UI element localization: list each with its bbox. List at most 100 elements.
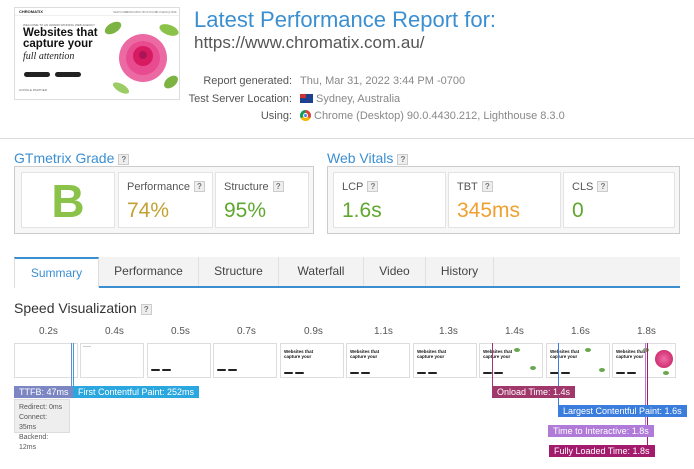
onload-marker-line	[492, 343, 493, 390]
thumb-certification: GOOGLE PARTNER	[19, 88, 47, 92]
filmstrip-frame[interactable]	[80, 343, 144, 378]
vitals-box: LCP? 1.6s TBT? 345ms CLS? 0	[327, 166, 680, 234]
australia-flag-icon	[300, 94, 313, 103]
filmstrip-frame[interactable]: Websites that capture your	[346, 343, 410, 378]
timeline-tick: 0.4s	[105, 326, 124, 337]
meta-label-generated: Report generated:	[203, 75, 292, 87]
lcp-label: LCP?	[342, 181, 379, 193]
performance-card: Performance? 74%	[118, 172, 213, 228]
meta-location: Sydney, Australia	[300, 93, 400, 105]
thumb-nav-item: ENQUIRE	[163, 10, 177, 14]
speed-visualization-heading: Speed Visualization?	[14, 300, 152, 316]
grade-box: B Performance? 74% Structure? 95%	[14, 166, 314, 234]
tbt-label: TBT?	[457, 181, 493, 193]
help-icon[interactable]: ?	[140, 304, 152, 315]
performance-value: 74%	[127, 199, 170, 222]
timeline-tick: 1.4s	[505, 326, 524, 337]
help-icon[interactable]: ?	[481, 181, 493, 192]
tbt-label-text: TBT	[457, 181, 478, 193]
meta-label-location: Test Server Location:	[188, 93, 292, 105]
timeline-tick: 0.7s	[237, 326, 256, 337]
report-page: CHROMATIX SERVICES WORK ABOUT CONTACT BL…	[0, 0, 694, 469]
help-icon[interactable]: ?	[397, 154, 409, 165]
help-icon[interactable]: ?	[193, 181, 205, 192]
filmstrip-frame[interactable]: Websites that capture your	[546, 343, 610, 378]
grade-title: GTmetrix Grade	[14, 150, 115, 166]
timeline-tick: 1.1s	[374, 326, 393, 337]
tti-badge[interactable]: Time to Interactive: 1.8s	[548, 425, 654, 437]
meta-value-generated: Thu, Mar 31, 2022 3:44 PM -0700	[300, 75, 466, 87]
frame-headline: Websites that capture your	[550, 349, 580, 359]
performance-label-text: Performance	[127, 181, 190, 193]
structure-card: Structure? 95%	[215, 172, 309, 228]
rose-image	[655, 350, 673, 368]
divider	[0, 138, 694, 139]
filmstrip-frame[interactable]: Websites that capture your	[413, 343, 477, 378]
tbt-card: TBT? 345ms	[448, 172, 561, 228]
thumb-script-text: full attention	[23, 51, 75, 62]
structure-label-text: Structure	[224, 181, 269, 193]
lcp-marker-line	[558, 343, 559, 409]
report-tabs: Summary Performance Structure Waterfall …	[14, 257, 680, 288]
onload-badge[interactable]: Onload Time: 1.4s	[492, 386, 576, 398]
help-icon[interactable]: ?	[118, 154, 130, 165]
meta-label-using: Using:	[260, 110, 292, 122]
frame-headline: Websites that capture your	[483, 349, 513, 359]
thumb-logo: CHROMATIX	[19, 9, 43, 14]
report-title: Latest Performance Report for:	[194, 7, 497, 32]
frame-headline: Websites that capture your	[417, 349, 447, 359]
tbt-value: 345ms	[457, 199, 521, 222]
chrome-icon	[300, 110, 311, 121]
lcp-card: LCP? 1.6s	[333, 172, 446, 228]
grade-heading: GTmetrix Grade?	[14, 150, 130, 166]
filmstrip-frame-final[interactable]: Websites that capture your	[612, 343, 676, 378]
structure-label: Structure?	[224, 181, 284, 193]
help-icon[interactable]: ?	[272, 181, 284, 192]
fcp-badge[interactable]: First Contentful Paint: 252ms	[73, 386, 200, 398]
timeline-tick: 0.9s	[304, 326, 323, 337]
frame-headline: Websites that capture your	[350, 349, 380, 359]
vitals-title: Web Vitals	[327, 150, 394, 166]
timeline-tick: 1.6s	[571, 326, 590, 337]
structure-value: 95%	[224, 199, 267, 222]
cls-label: CLS?	[572, 181, 609, 193]
timeline-tick: 0.2s	[39, 326, 58, 337]
speed-visualization-title: Speed Visualization	[14, 300, 137, 316]
flt-badge[interactable]: Fully Loaded Time: 1.8s	[549, 445, 655, 457]
lcp-badge[interactable]: Largest Contentful Paint: 1.6s	[558, 405, 687, 417]
meta-value-using: Chrome (Desktop) 90.0.4430.212, Lighthou…	[314, 110, 565, 122]
filmstrip-frame[interactable]	[213, 343, 277, 378]
vitals-heading: Web Vitals?	[327, 150, 409, 166]
ttfb-details: Redirect: 0ms Connect: 35ms Backend: 12m…	[14, 399, 70, 451]
ttfb-marker-line	[71, 343, 72, 388]
tab-waterfall[interactable]: Waterfall	[279, 257, 364, 286]
frame-headline: Websites that capture your	[284, 349, 314, 359]
help-icon[interactable]: ?	[597, 181, 609, 192]
ttfb-backend: Backend: 12ms	[19, 434, 49, 451]
tab-structure[interactable]: Structure	[199, 257, 279, 286]
thumb-button	[55, 72, 81, 77]
lcp-value: 1.6s	[342, 199, 382, 222]
report-url[interactable]: https://www.chromatix.com.au/	[194, 33, 425, 53]
meta-using: Chrome (Desktop) 90.0.4430.212, Lighthou…	[300, 110, 565, 122]
help-icon[interactable]: ?	[367, 181, 379, 192]
ttfb-badge[interactable]: TTFB: 47ms	[14, 386, 74, 398]
tab-summary[interactable]: Summary	[14, 257, 99, 288]
performance-label: Performance?	[127, 181, 205, 193]
filmstrip-frame[interactable]	[147, 343, 211, 378]
tab-history[interactable]: History	[426, 257, 494, 286]
tab-performance[interactable]: Performance	[99, 257, 199, 286]
thumb-nav-item: WORK	[125, 10, 135, 14]
filmstrip-frame[interactable]: Websites that capture your	[479, 343, 543, 378]
filmstrip-frame[interactable]: Websites that capture your	[280, 343, 344, 378]
meta-value-location: Sydney, Australia	[316, 93, 401, 105]
ttfb-connect: Connect: 35ms	[19, 414, 48, 431]
thumb-button	[24, 72, 50, 77]
timeline-tick: 1.8s	[637, 326, 656, 337]
tab-video[interactable]: Video	[364, 257, 426, 286]
fcp-marker-line	[73, 343, 74, 388]
ttfb-redirect: Redirect: 0ms	[19, 404, 63, 411]
cls-card: CLS? 0	[563, 172, 675, 228]
timeline-tick: 1.3s	[439, 326, 458, 337]
filmstrip-frame-blank[interactable]	[14, 343, 78, 378]
